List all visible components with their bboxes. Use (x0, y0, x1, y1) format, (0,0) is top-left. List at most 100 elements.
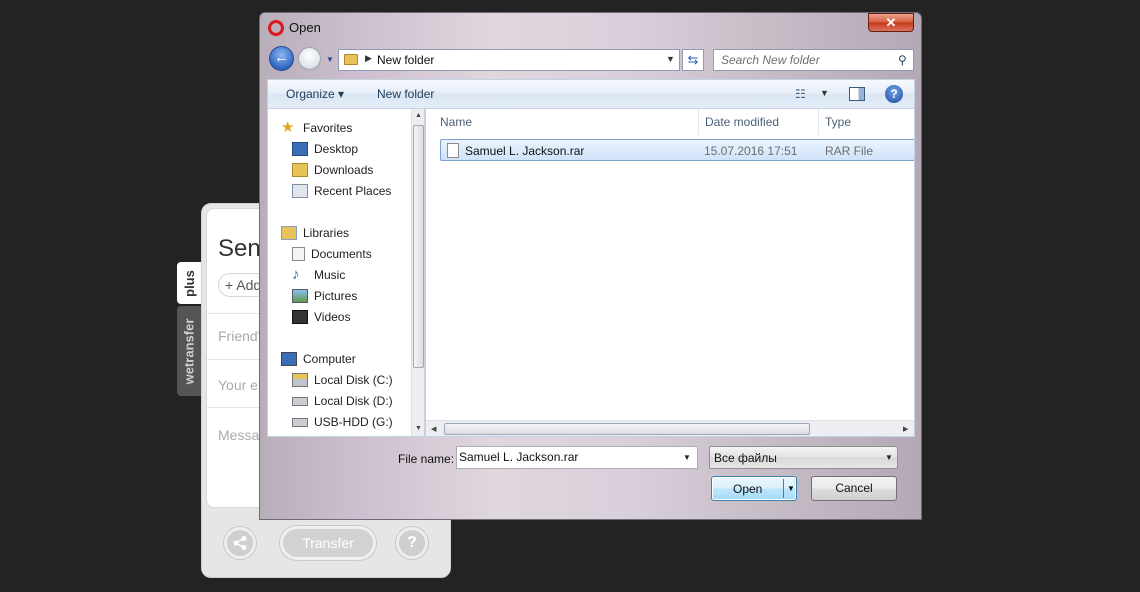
nav-usb-hdd-g[interactable]: USB-HDD (G:) (292, 413, 393, 431)
transfer-button[interactable]: Transfer (280, 526, 376, 560)
tab-plus-label: plus (181, 269, 197, 297)
chevron-down-icon: ▼ (885, 453, 893, 462)
nav-computer[interactable]: Computer (281, 350, 356, 368)
recent-places-icon (292, 184, 308, 198)
column-header-type[interactable]: Type (819, 109, 914, 135)
file-date-modified: 15.07.2016 17:51 (704, 144, 798, 158)
help-icon[interactable]: ? (885, 85, 903, 103)
organize-button[interactable]: Organize ▾ (286, 87, 344, 101)
nav-downloads[interactable]: Downloads (292, 161, 373, 179)
nav-favorites[interactable]: ★ Favorites (281, 119, 352, 137)
cancel-button[interactable]: Cancel (811, 476, 897, 501)
forward-button[interactable] (298, 47, 321, 70)
star-icon: ★ (281, 119, 295, 136)
split-divider (783, 479, 784, 498)
nav-local-disk-c[interactable]: Local Disk (C:) (292, 371, 393, 389)
nav-desktop[interactable]: Desktop (292, 140, 358, 158)
nav-label: Videos (314, 310, 351, 324)
nav-local-disk-d[interactable]: Local Disk (D:) (292, 392, 393, 410)
file-name-input[interactable] (459, 450, 674, 464)
scrollbar-thumb[interactable] (413, 125, 424, 368)
breadcrumb-arrow-icon[interactable]: ▶ (365, 53, 372, 64)
navigation-pane: ★ Favorites Desktop Downloads Recent Pla… (267, 109, 424, 437)
folder-icon (344, 54, 358, 65)
nav-music[interactable]: ♪ Music (292, 266, 345, 284)
music-icon: ♪ (292, 266, 300, 283)
drive-icon (292, 396, 308, 406)
scroll-down-arrow[interactable]: ▼ (415, 425, 422, 432)
wetransfer-help-button[interactable]: ? (396, 527, 428, 559)
file-type: RAR File (825, 144, 874, 158)
navigation-scrollbar[interactable]: ▲ ▼ (411, 109, 424, 436)
scrollbar-thumb[interactable] (444, 423, 810, 435)
nav-videos[interactable]: Videos (292, 308, 350, 326)
share-icon (233, 536, 247, 550)
preview-pane-icon[interactable] (849, 87, 865, 101)
nav-label: Computer (303, 352, 356, 366)
refresh-icon: ⇆ (687, 52, 699, 67)
close-button[interactable]: ✕ (868, 13, 914, 32)
open-file-dialog: Open ✕ ← ▼ ▶ New folder ▼ ⇆ Search New f… (259, 12, 922, 520)
dialog-title: Open (289, 20, 321, 35)
views-icon[interactable]: ☷ (795, 87, 806, 101)
title-bar[interactable]: Open ✕ (260, 13, 921, 43)
opera-icon (268, 20, 284, 36)
chevron-down-icon[interactable]: ▼ (683, 453, 691, 462)
file-type-value: Все файлы (714, 451, 777, 465)
drive-icon (292, 373, 308, 387)
wetransfer-tab-brand[interactable]: wetransfer (177, 306, 201, 396)
pictures-icon (292, 289, 308, 303)
videos-icon (292, 310, 308, 324)
address-history-dropdown[interactable]: ▼ (666, 54, 675, 64)
share-button[interactable] (224, 527, 256, 559)
refresh-button[interactable]: ⇆ (682, 49, 704, 71)
column-header-name[interactable]: Name (434, 109, 699, 135)
nav-label: Favorites (303, 121, 353, 135)
command-bar: Organize ▾ New folder ☷ ▼ ? (267, 79, 915, 109)
tab-brand-label: wetransfer (181, 318, 197, 384)
file-name-label: File name: (398, 452, 455, 466)
breadcrumb-current-folder[interactable]: New folder (377, 53, 434, 67)
desktop-icon (292, 142, 308, 156)
file-name-combobox[interactable]: ▼ (456, 446, 698, 469)
nav-label: Recent Places (314, 184, 392, 198)
nav-label: USB-HDD (G:) (314, 415, 393, 429)
new-folder-button[interactable]: New folder (377, 87, 434, 101)
views-dropdown[interactable]: ▼ (820, 88, 829, 98)
documents-icon (292, 247, 305, 261)
open-options-dropdown[interactable]: ▼ (787, 484, 795, 493)
back-button[interactable]: ← (269, 46, 294, 71)
file-row[interactable]: Samuel L. Jackson.rar 15.07.2016 17:51 R… (440, 139, 914, 161)
search-icon[interactable]: ⚲ (898, 53, 907, 67)
nav-label: Pictures (314, 289, 358, 303)
file-list-pane: Name Date modified Type Samuel L. Jackso… (426, 109, 915, 437)
nav-pictures[interactable]: Pictures (292, 287, 357, 305)
computer-icon (281, 352, 297, 366)
nav-libraries[interactable]: Libraries (281, 224, 349, 242)
nav-label: Desktop (314, 142, 359, 156)
scroll-right-arrow[interactable]: ▶ (903, 425, 908, 433)
nav-documents[interactable]: Documents (292, 245, 372, 263)
wetransfer-tab-plus[interactable]: plus (177, 262, 201, 304)
column-header-date-modified[interactable]: Date modified (699, 109, 819, 135)
libraries-icon (281, 226, 297, 240)
back-arrow-icon: ← (274, 49, 289, 66)
nav-label: Downloads (314, 163, 374, 177)
recent-locations-dropdown[interactable]: ▼ (326, 55, 334, 64)
search-input[interactable]: Search New folder ⚲ (713, 49, 914, 71)
address-bar[interactable]: ▶ New folder ▼ (338, 49, 680, 71)
drive-icon (292, 417, 308, 427)
nav-label: Music (314, 268, 346, 282)
downloads-icon (292, 163, 308, 177)
open-button[interactable]: Open ▼ (711, 476, 797, 501)
scroll-left-arrow[interactable]: ◀ (431, 425, 436, 433)
file-type-select[interactable]: Все файлы ▼ (709, 446, 898, 469)
horizontal-scrollbar[interactable]: ◀ ▶ (426, 420, 914, 436)
nav-recent-places[interactable]: Recent Places (292, 182, 391, 200)
nav-label: Libraries (303, 226, 350, 240)
nav-label: Local Disk (D:) (314, 394, 393, 408)
search-placeholder: Search New folder (721, 53, 820, 67)
scroll-up-arrow[interactable]: ▲ (415, 112, 422, 119)
open-button-label: Open (733, 482, 763, 496)
file-name: Samuel L. Jackson.rar (465, 144, 585, 158)
